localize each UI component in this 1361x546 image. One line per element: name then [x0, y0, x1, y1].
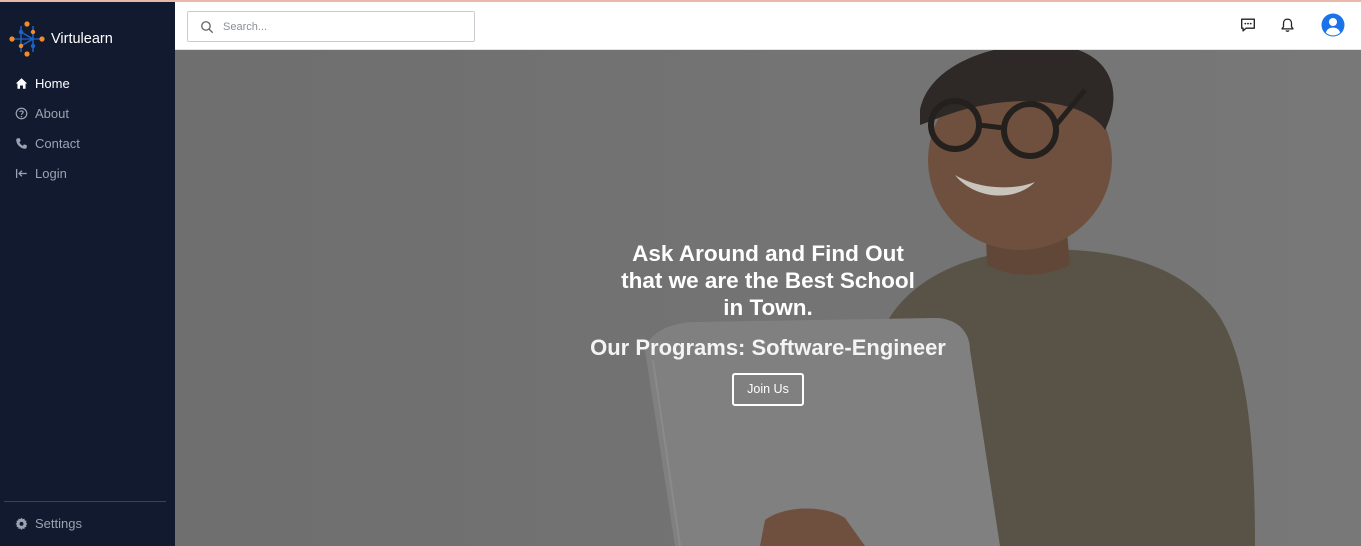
question-circle-icon [14, 106, 28, 120]
sidebar-item-contact[interactable]: Contact [0, 128, 175, 158]
search-box[interactable] [187, 11, 475, 42]
header-actions [1236, 13, 1345, 37]
sidebar: Virtulearn Home About Contact Login Sett… [0, 2, 175, 546]
sidebar-item-login[interactable]: Login [0, 158, 175, 188]
brand-name: Virtulearn [51, 31, 113, 47]
hero-programs: Our Programs: Software-Engineer [590, 335, 946, 360]
gear-icon [14, 516, 28, 530]
sidebar-item-label: Login [35, 165, 67, 181]
join-us-button[interactable]: Join Us [732, 373, 804, 406]
sidebar-divider [4, 501, 166, 502]
login-icon [14, 166, 28, 180]
sidebar-settings: Settings [0, 508, 175, 538]
virtulearn-logo-icon [9, 21, 45, 57]
search-icon [200, 20, 214, 34]
bell-icon[interactable] [1275, 13, 1299, 37]
phone-icon [14, 136, 28, 150]
hero-headline: Ask Around and Find Out that we are the … [621, 241, 915, 320]
top-header [175, 2, 1361, 50]
sidebar-item-label: About [35, 105, 69, 121]
hero-content: Ask Around and Find Out that we are the … [175, 240, 1361, 406]
sidebar-item-label: Settings [35, 515, 82, 531]
search-input[interactable] [221, 19, 465, 34]
hero-banner: Ask Around and Find Out that we are the … [175, 50, 1361, 546]
sidebar-item-label: Home [35, 75, 70, 91]
sidebar-item-settings[interactable]: Settings [0, 508, 175, 538]
sidebar-item-label: Contact [35, 135, 80, 151]
home-icon [14, 76, 28, 90]
user-avatar-icon[interactable] [1321, 13, 1345, 37]
brand[interactable]: Virtulearn [8, 20, 113, 58]
sidebar-item-home[interactable]: Home [0, 68, 175, 98]
chat-icon[interactable] [1236, 13, 1260, 37]
sidebar-nav: Home About Contact Login [0, 68, 175, 188]
sidebar-item-about[interactable]: About [0, 98, 175, 128]
